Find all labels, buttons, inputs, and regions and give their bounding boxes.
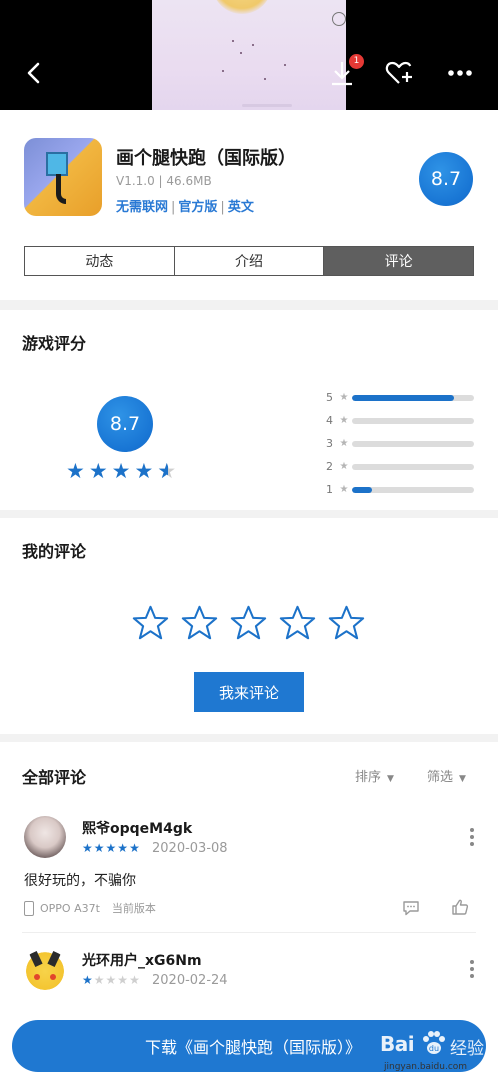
star-icon: ★ xyxy=(66,459,85,483)
avatar[interactable] xyxy=(24,816,66,858)
baidu-paw-logo: du xyxy=(423,1031,445,1054)
more-dots-icon xyxy=(448,70,472,76)
rating-stars: ★ ★ ★ ★ ★ xyxy=(66,460,176,482)
comment-device: OPPO A37t 当前版本 xyxy=(24,900,156,916)
app-version-size: V1.1.0 | 46.6MB xyxy=(116,174,212,188)
app-tags: 无需联网 | 官方版 | 英文 xyxy=(116,200,254,215)
distribution-row: 5 ★ xyxy=(326,386,474,409)
my-review-section: 我的评论 我来评论 xyxy=(0,518,498,734)
tab-bar: 动态 介绍 评论 xyxy=(24,246,474,276)
download-count-badge: 1 xyxy=(349,54,364,69)
comment-stars: ★ ★ ★ ★ ★ xyxy=(82,973,140,987)
app-score-badge: 8.7 xyxy=(419,152,473,206)
comment-date: 2020-03-08 xyxy=(152,841,228,856)
filter-dropdown[interactable]: 筛选 ▼ xyxy=(427,766,466,785)
comment-username[interactable]: 光环用户_xG6Nm xyxy=(82,950,202,970)
caret-down-icon: ▼ xyxy=(387,774,394,784)
half-star-icon: ★ xyxy=(157,460,176,482)
rating-distribution: 5 ★ 4 ★ 3 ★ 2 ★ 1 ★ xyxy=(326,386,474,501)
star-icon: ★ xyxy=(111,459,131,483)
thumbs-up-icon[interactable] xyxy=(451,898,469,916)
heart-plus-icon xyxy=(385,61,412,84)
home-indicator xyxy=(242,104,292,107)
caret-down-icon: ▼ xyxy=(459,774,466,784)
tab-comments[interactable]: 评论 xyxy=(324,247,474,275)
watermark-url: jingyan.baidu.com xyxy=(384,1062,468,1072)
star-icon: ★ xyxy=(134,459,154,483)
app-icon xyxy=(24,138,102,216)
tab-dynamics[interactable]: 动态 xyxy=(25,247,175,275)
back-button[interactable] xyxy=(16,55,52,91)
rate-star-4[interactable] xyxy=(279,604,316,641)
rate-star-1[interactable] xyxy=(132,604,169,641)
svg-text:du: du xyxy=(429,1044,439,1053)
game-rating-section: 游戏评分 8.7 ★ ★ ★ ★ ★ 5★ 4★ 3★ 2★ 1★ xyxy=(0,310,498,510)
comment-stars: ★ ★ ★ ★ ★ xyxy=(82,841,140,855)
watermark-product: 经验 xyxy=(450,1039,484,1059)
more-options-button[interactable] xyxy=(442,55,478,91)
favorite-button[interactable] xyxy=(382,55,418,91)
section-title: 全部评论 xyxy=(22,768,87,787)
chevron-left-icon xyxy=(27,62,40,84)
avatar[interactable] xyxy=(24,948,66,990)
alarm-clock-icon xyxy=(332,12,346,26)
write-review-button[interactable]: 我来评论 xyxy=(194,672,304,712)
top-header: 1 xyxy=(0,0,498,110)
distribution-row: 1 ★ xyxy=(326,478,474,501)
distribution-row: 3 ★ xyxy=(326,432,474,455)
rating-score-badge: 8.7 xyxy=(97,396,153,452)
rate-star-5[interactable] xyxy=(328,604,365,641)
star-icon: ★ xyxy=(88,459,108,483)
sort-dropdown[interactable]: 排序 ▼ xyxy=(355,766,394,785)
baidu-jingyan-watermark: Bai du 经验 jingyan.baidu.com xyxy=(380,1026,492,1076)
comment-more-button[interactable] xyxy=(469,960,475,980)
watermark-brand: Bai xyxy=(380,1032,415,1056)
phone-icon xyxy=(24,900,34,916)
app-tag: 无需联网 xyxy=(116,200,169,215)
sun-graphic xyxy=(212,0,272,14)
comment-more-button[interactable] xyxy=(469,828,475,848)
app-tag: 官方版 xyxy=(178,200,218,215)
comment-username[interactable]: 熙爷opqeM4gk xyxy=(82,818,192,838)
app-screenshot-banner xyxy=(152,0,346,110)
distribution-row: 2 ★ xyxy=(326,455,474,478)
tab-introduction[interactable]: 介绍 xyxy=(174,247,325,275)
rate-star-3[interactable] xyxy=(230,604,267,641)
app-info-card: 画个腿快跑（国际版） V1.1.0 | 46.6MB 无需联网 | 官方版 | 英文 8… xyxy=(0,110,498,300)
section-title: 游戏评分 xyxy=(22,334,87,353)
reply-icon[interactable] xyxy=(402,900,420,916)
rate-star-2[interactable] xyxy=(181,604,218,641)
distribution-row: 4 ★ xyxy=(326,409,474,432)
rate-stars xyxy=(132,604,365,641)
app-title: 画个腿快跑（国际版） xyxy=(116,148,296,169)
app-tag: 英文 xyxy=(227,200,254,215)
section-title: 我的评论 xyxy=(22,542,87,561)
download-button-label: 下载《画个腿快跑（国际版）》 xyxy=(144,1038,361,1057)
comment-date: 2020-02-24 xyxy=(152,973,228,988)
comment-text: 很好玩的，不骗你 xyxy=(24,873,136,889)
